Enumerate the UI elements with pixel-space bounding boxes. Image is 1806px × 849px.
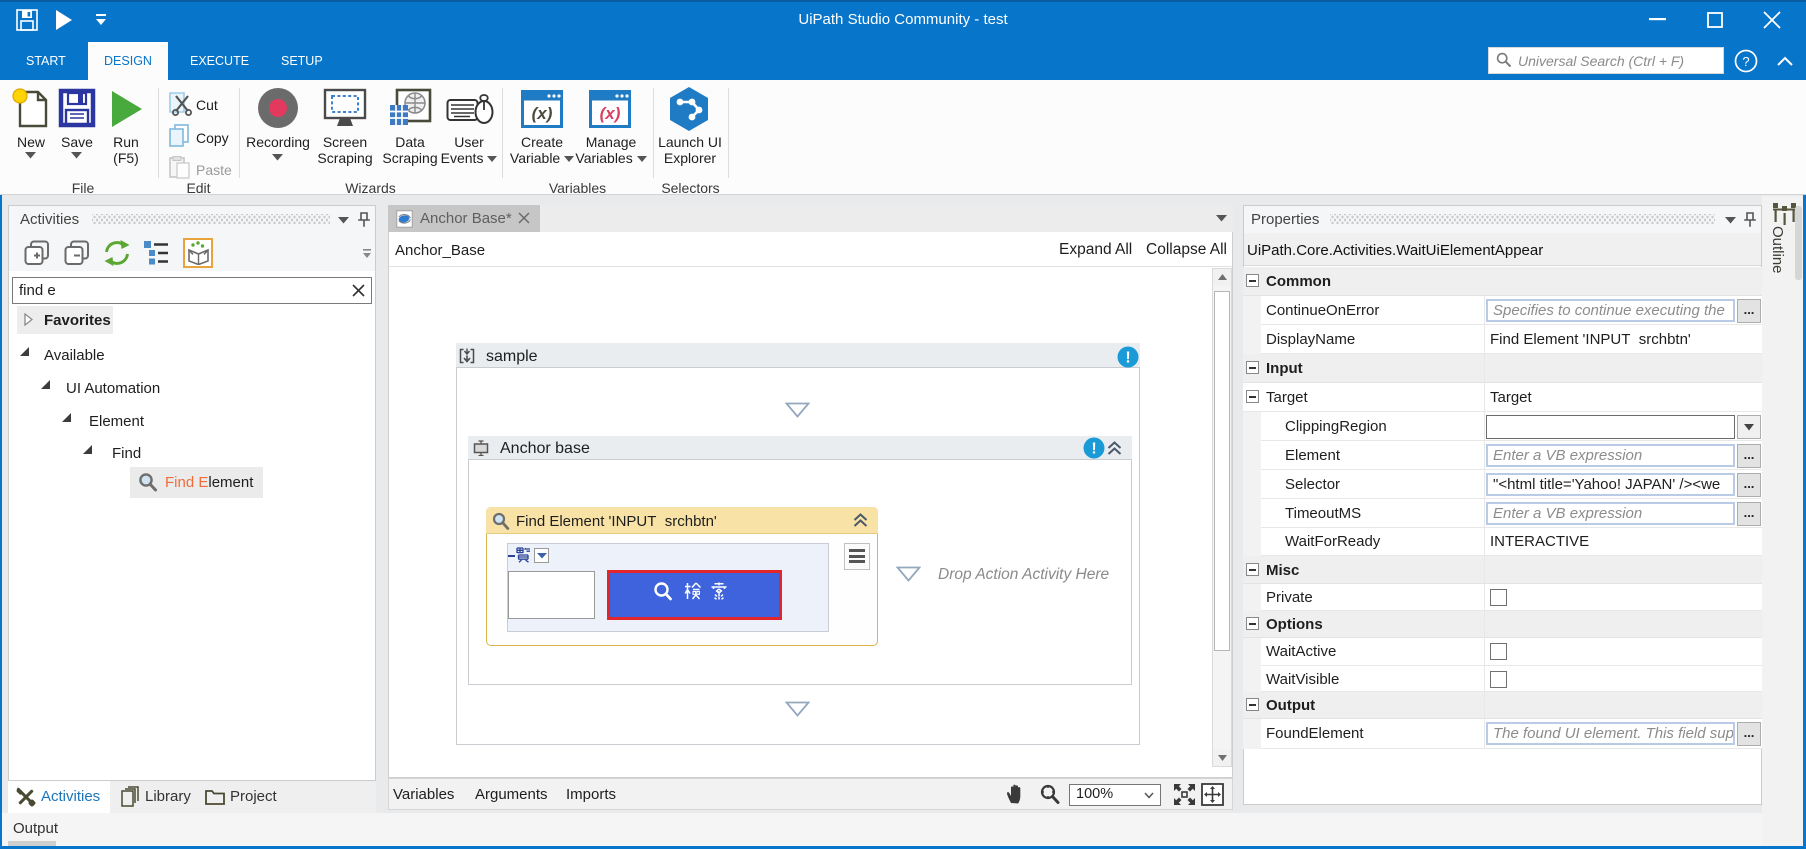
svg-text:(x): (x) [600,104,621,123]
svg-text:!: ! [1091,441,1096,458]
svg-text:!: ! [1125,350,1130,367]
svg-text:?: ? [1742,54,1749,69]
svg-text:(x): (x) [532,104,553,123]
